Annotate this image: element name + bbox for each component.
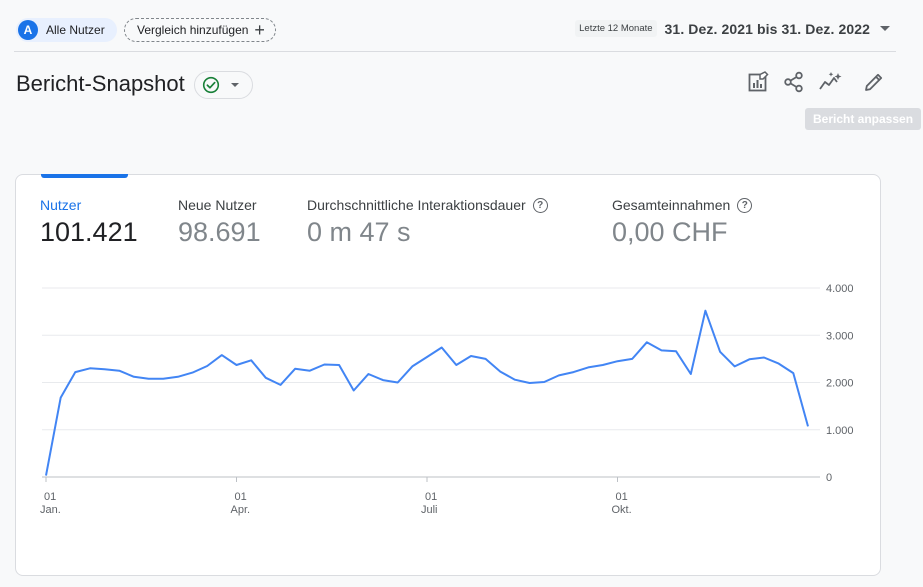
users-line-chart: 4.0003.0002.0001.000001Jan.01Apr.01Juli0… [40,283,854,516]
x-tick-month: Apr. [231,504,251,516]
x-tick-day: 01 [616,491,628,503]
report-card: Nutzer 101.421 Neue Nutzer 98.691 Durchs… [15,174,881,576]
x-tick-month: Jan. [40,504,61,516]
chevron-down-icon [231,83,239,87]
x-tick-day: 01 [44,491,56,503]
add-comparison-label: Vergleich hinzufügen [137,23,249,37]
insights-icon[interactable] [818,70,842,94]
y-tick-label: 4.000 [826,283,854,295]
share-icon[interactable] [782,70,806,94]
y-tick-label: 2.000 [826,378,854,390]
x-tick-day: 01 [235,491,247,503]
plus-icon: + [254,20,265,40]
y-tick-label: 3.000 [826,330,854,342]
tooltip: Bericht anpassen [805,108,922,130]
y-tick-label: 0 [826,472,832,484]
date-range-picker[interactable]: Letzte 12 Monate 31. Dez. 2021 bis 31. D… [575,20,890,37]
x-tick-month: Juli [421,504,438,516]
date-range-value: 31. Dez. 2021 bis 31. Dez. 2022 [664,20,870,37]
y-tick-label: 1.000 [826,425,854,437]
page-title: Bericht-Snapshot [16,71,185,96]
x-tick-month: Okt. [612,504,632,516]
dropdown-caret-icon [880,26,890,31]
add-comparison-button[interactable]: Vergleich hinzufügen + [124,18,276,42]
date-preset-badge: Letzte 12 Monate [575,20,657,37]
report-status-dropdown[interactable] [194,71,253,99]
segment-chip[interactable]: A Alle Nutzer [16,18,117,42]
check-circle-icon [202,76,220,94]
x-tick-day: 01 [425,491,437,503]
segment-label: Alle Nutzer [46,23,105,37]
top-bar: A Alle Nutzer Vergleich hinzufügen + Let… [14,16,896,52]
segment-avatar: A [18,20,38,40]
pencil-icon[interactable] [862,70,886,94]
chart-edit-icon[interactable] [746,70,770,94]
